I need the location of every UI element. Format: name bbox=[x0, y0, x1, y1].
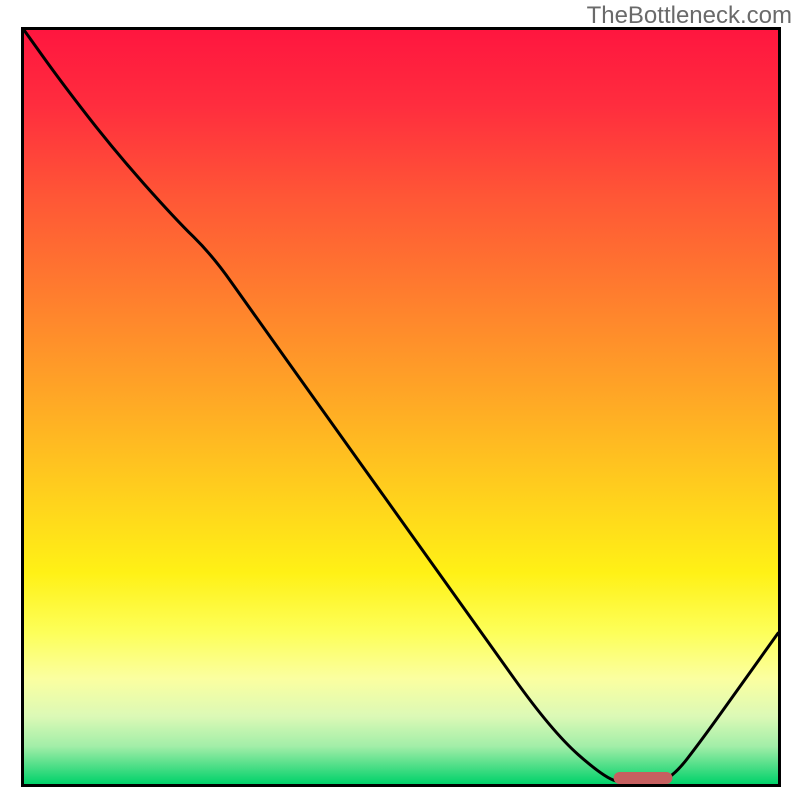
optimal-range-marker bbox=[614, 772, 673, 784]
chart-canvas: TheBottleneck.com bbox=[0, 0, 800, 800]
watermark-text: TheBottleneck.com bbox=[587, 2, 792, 30]
gradient-background bbox=[24, 30, 778, 784]
plot-area bbox=[21, 27, 781, 787]
plot-svg bbox=[24, 30, 778, 784]
